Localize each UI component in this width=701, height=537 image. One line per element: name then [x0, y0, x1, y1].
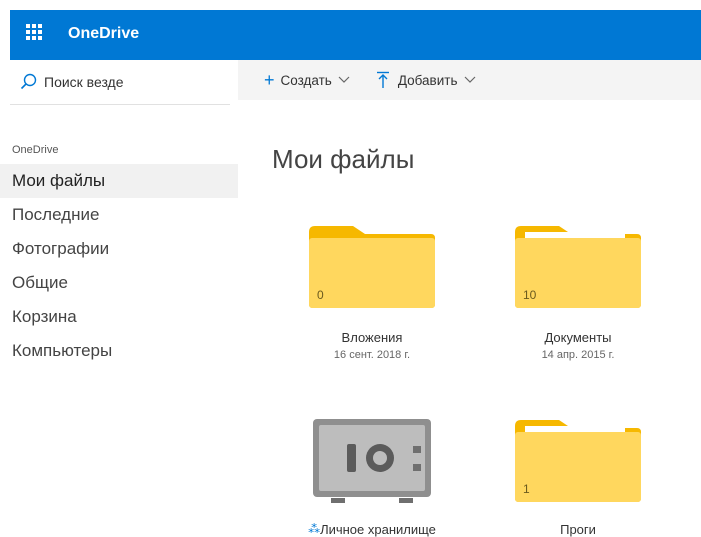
folder-icon: 1	[513, 418, 643, 504]
folder-icon: 10	[513, 224, 643, 310]
search-box[interactable]: Поиск везде	[10, 60, 230, 105]
nav-item-recent[interactable]: Последние	[0, 198, 238, 232]
chevron-down-icon	[338, 76, 350, 83]
plus-icon: +	[264, 70, 275, 90]
app-title[interactable]: OneDrive	[68, 25, 139, 43]
folder-tile[interactable]: 1 Проги	[488, 418, 668, 537]
search-icon	[20, 73, 37, 90]
nav-heading: OneDrive	[12, 144, 59, 156]
nav-item-my-files[interactable]: Мои файлы	[0, 164, 238, 198]
folder-date: 16 сент. 2018 г.	[333, 349, 411, 361]
app-launcher-icon[interactable]	[26, 24, 42, 40]
page-title: Мои файлы	[272, 144, 415, 174]
nav-item-pcs[interactable]: Компьютеры	[0, 334, 238, 368]
folder-tile[interactable]: 0 Вложения 16 сент. 2018 г.	[282, 224, 462, 361]
vault-tile[interactable]: ⁂Личное хранилище	[282, 418, 462, 537]
nav-item-recycle-bin[interactable]: Корзина	[0, 300, 238, 334]
safe-icon	[307, 418, 437, 504]
folder-icon: 0	[307, 224, 437, 310]
folder-tile[interactable]: 10 Документы 14 апр. 2015 г.	[488, 224, 668, 361]
loading-icon: ⁂	[308, 522, 321, 536]
nav-list: Мои файлы Последние Фотографии Общие Кор…	[0, 164, 238, 368]
sidebar: Поиск везде OneDrive Мои файлы Последние…	[0, 60, 238, 535]
folder-date: 14 апр. 2015 г.	[541, 349, 615, 361]
command-bar: + Создать Добавить	[238, 60, 701, 100]
top-bar: OneDrive	[10, 10, 701, 60]
nav-item-photos[interactable]: Фотографии	[0, 232, 238, 266]
item-count: 1	[523, 482, 530, 496]
chevron-down-icon	[464, 76, 475, 83]
upload-icon	[376, 71, 389, 88]
item-count: 10	[523, 288, 537, 302]
create-button[interactable]: + Создать	[264, 71, 350, 89]
folder-name[interactable]: Документы	[488, 330, 668, 345]
search-input[interactable]: Поиск везде	[44, 74, 124, 90]
upload-label: Добавить	[397, 72, 458, 88]
folder-name[interactable]: Вложения	[282, 330, 462, 345]
main-content: Мои файлы 0 Вложения 16 сент. 2018 г. 10…	[238, 100, 701, 537]
create-label: Создать	[280, 72, 332, 88]
upload-button[interactable]: Добавить	[376, 71, 476, 89]
nav-item-shared[interactable]: Общие	[0, 266, 238, 300]
item-count: 0	[317, 288, 324, 302]
